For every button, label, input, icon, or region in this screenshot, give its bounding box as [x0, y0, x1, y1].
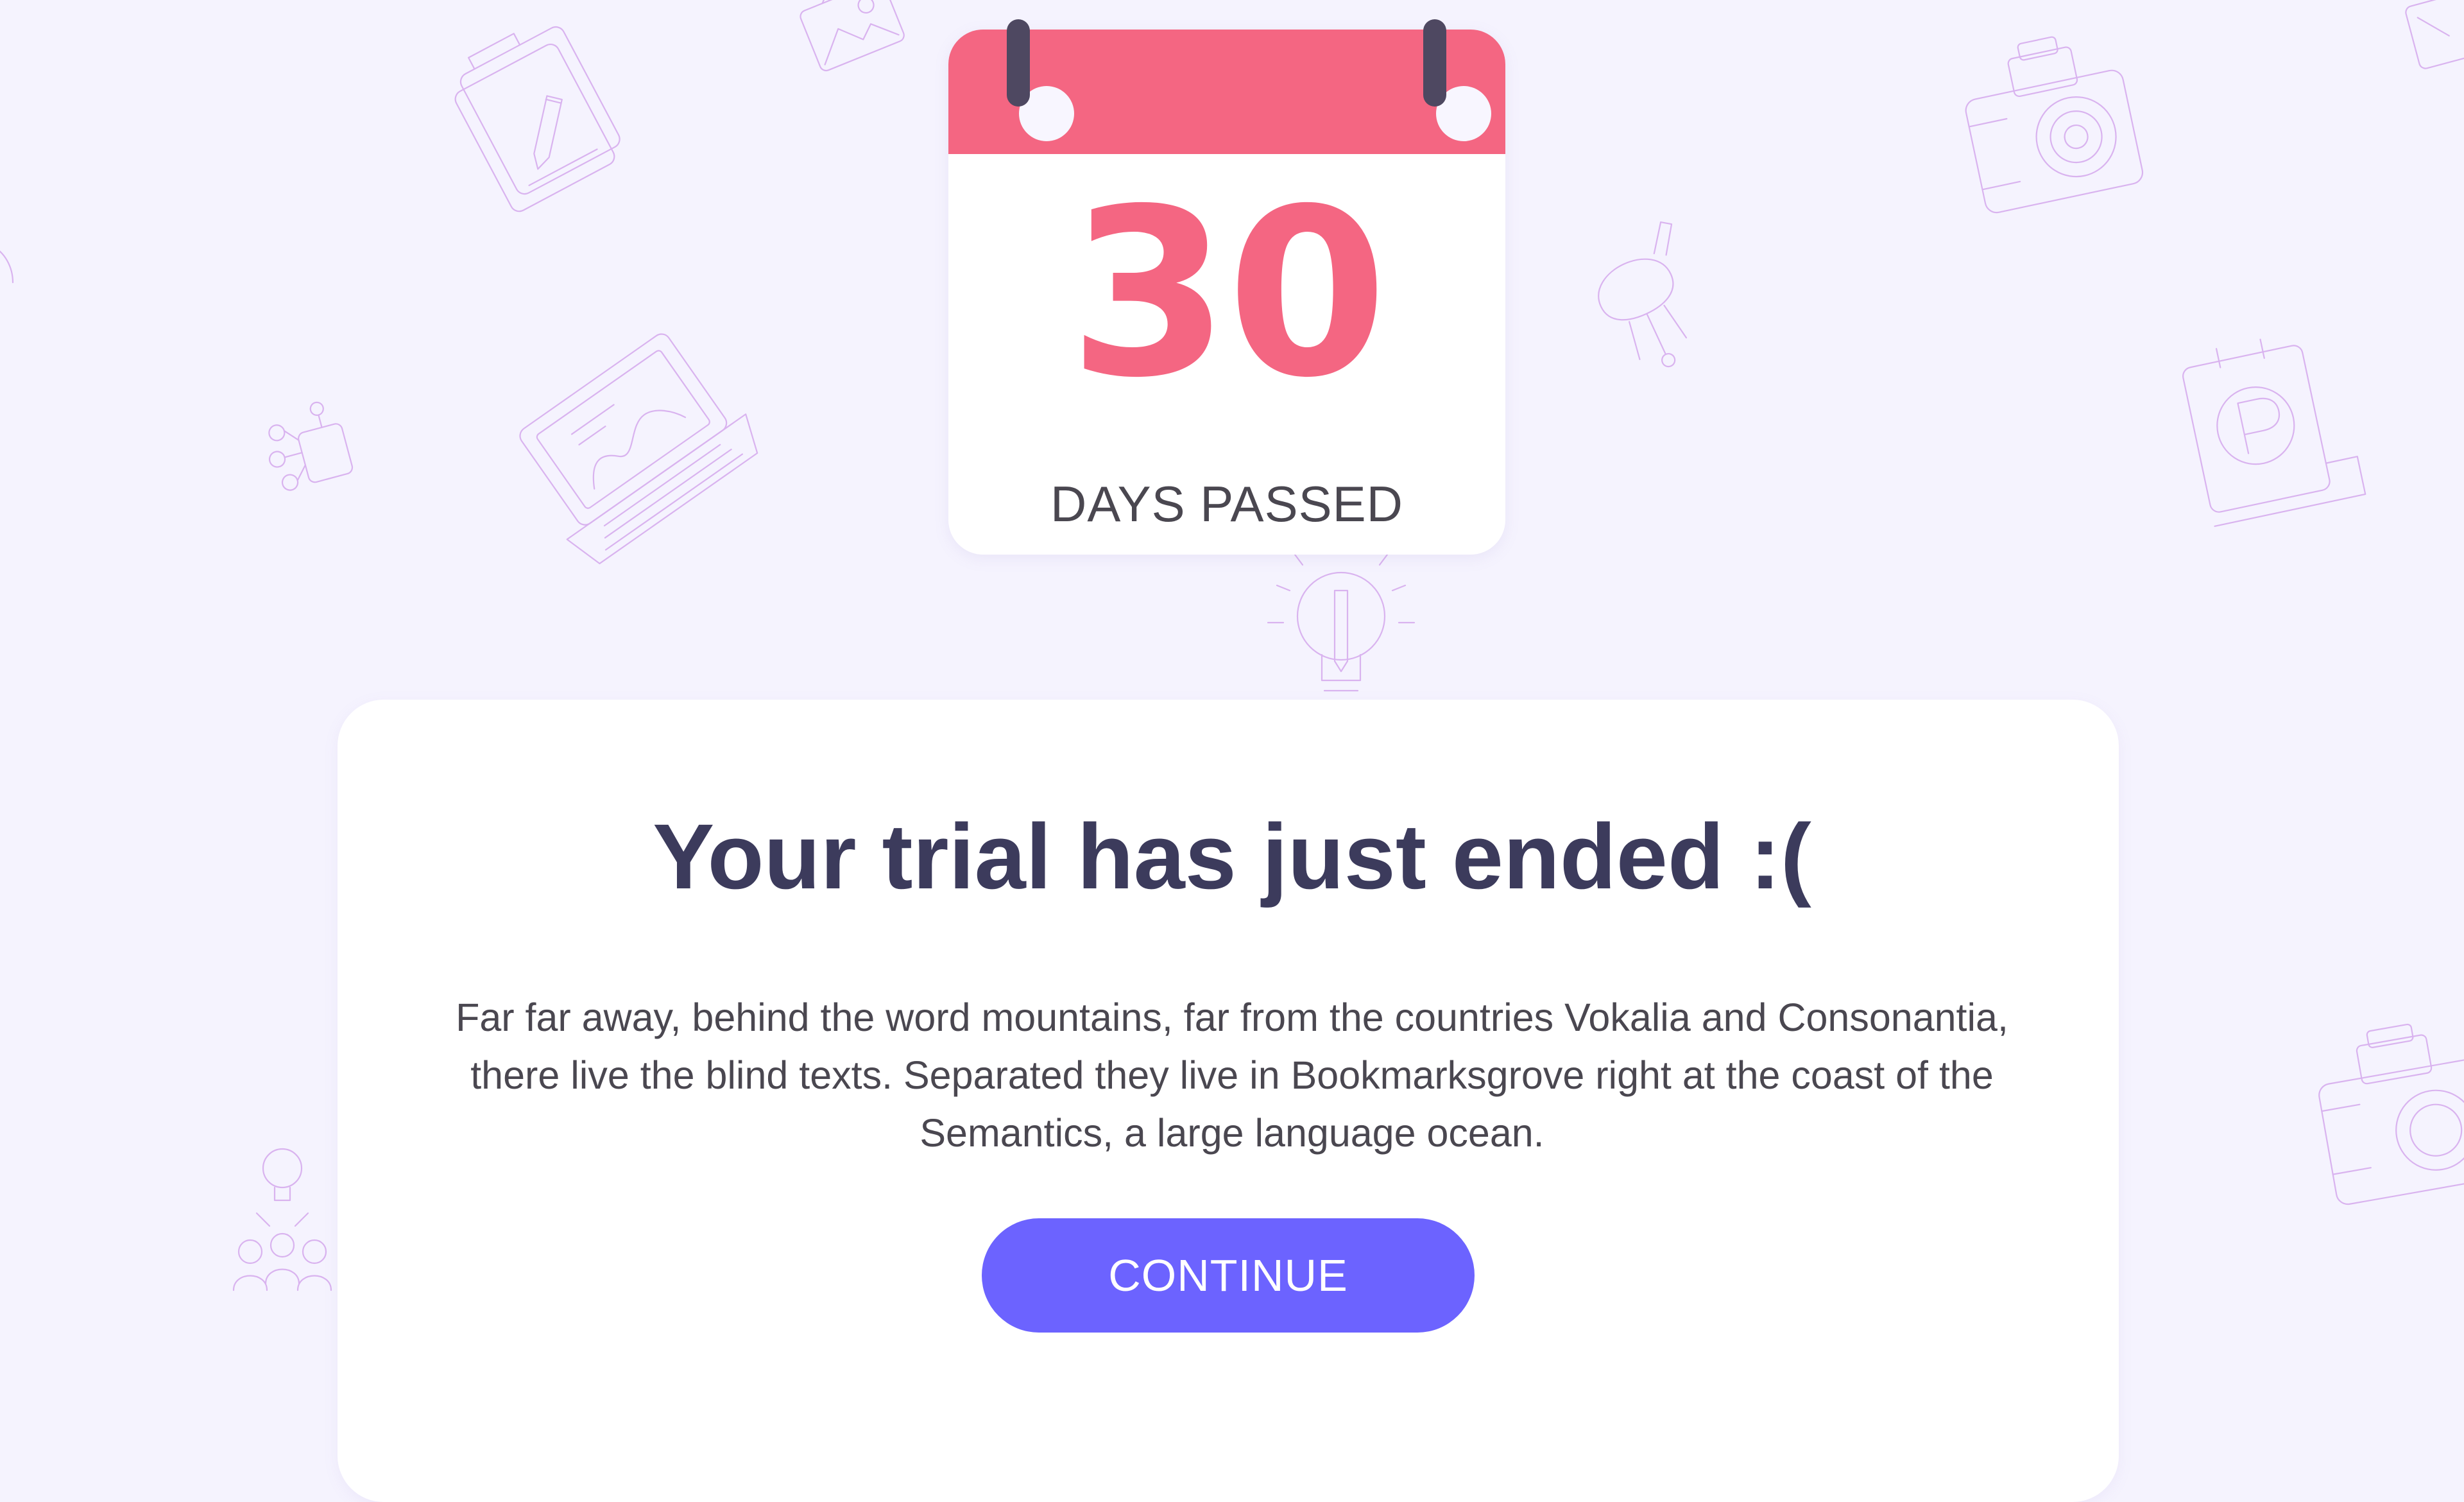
days-passed-label: DAYS PASSED: [1050, 476, 1403, 532]
trial-title: Your trial has just ended :(: [653, 805, 1811, 908]
calendar-clip-left-icon: [1007, 19, 1030, 107]
frame-corner-icon: [2400, 0, 2464, 77]
camera-icon-right: [2310, 1001, 2464, 1220]
lightbulb-pencil-icon: [1258, 552, 1425, 700]
arc-icon: [0, 237, 19, 289]
paintbrush-icon: [1566, 221, 1720, 385]
small-circle-icon: [180, 0, 218, 10]
image-icon: [796, 0, 911, 77]
laptop-icon: [507, 327, 776, 584]
days-count: 30: [1068, 159, 1388, 428]
team-idea-icon: [231, 1136, 340, 1303]
camera-icon: [1951, 19, 2156, 225]
folder-pencil-icon: [430, 19, 648, 225]
calendar-header: [948, 30, 1505, 154]
days-passed-calendar: 30 DAYS PASSED: [948, 30, 1505, 555]
parking-sign-icon: [2169, 321, 2366, 527]
calendar-clip-right-icon: [1423, 19, 1446, 107]
trial-description: Far far away, behind the word mountains,…: [456, 996, 2008, 1155]
continue-button[interactable]: CONTINUE: [982, 1218, 1475, 1333]
network-icon: [257, 398, 372, 501]
